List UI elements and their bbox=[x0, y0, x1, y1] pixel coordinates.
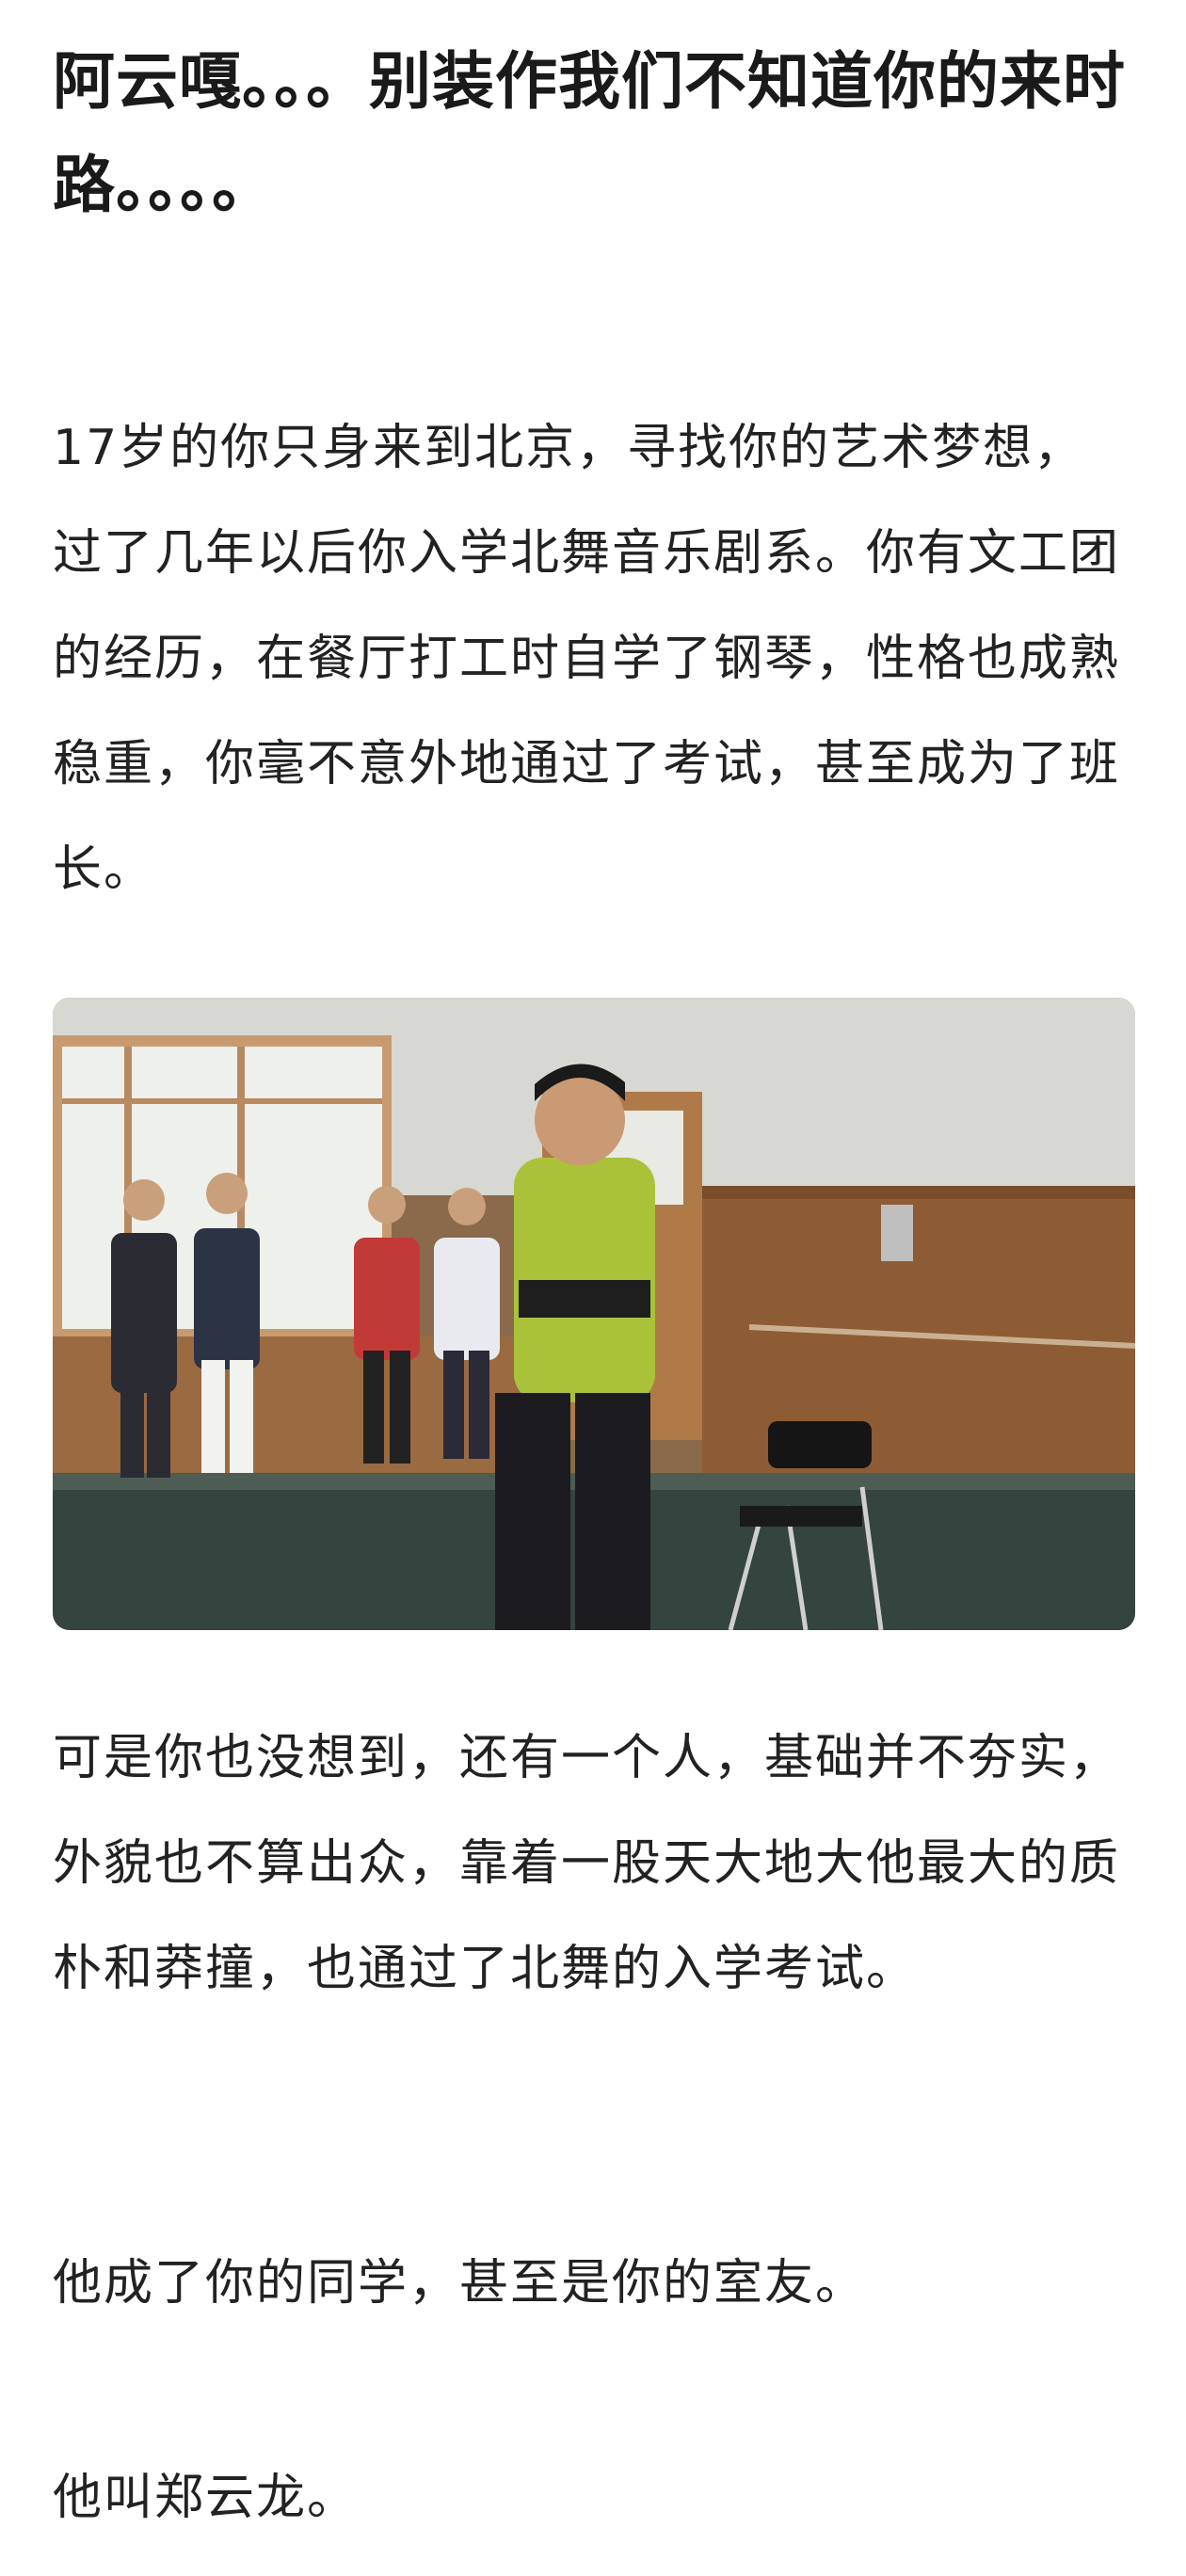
dance-studio-photo-icon bbox=[53, 998, 1135, 1630]
paragraph-name: 他叫郑云龙。 bbox=[53, 2470, 359, 2526]
article-title: 阿云嘎。。。别装作我们不知道你的来时路。。。。 bbox=[53, 45, 1126, 221]
article: 阿云嘎。。。别装作我们不知道你的来时路。。。。 17岁的你只身来到北京，寻找你的… bbox=[0, 0, 1186, 2576]
paragraph-roommate: 他成了你的同学，甚至是你的室友。 bbox=[53, 2255, 867, 2312]
paragraph-intro: 17岁的你只身来到北京，寻找你的艺术梦想，过了几年以后你入学北舞音乐剧系。你有文… bbox=[53, 420, 1121, 898]
paragraph-classmate: 可是你也没想到，还有一个人，基础并不夯实，外貌也不算出众，靠着一股天大地大他最大… bbox=[53, 1730, 1121, 1997]
article-photo[interactable] bbox=[53, 998, 1135, 1630]
